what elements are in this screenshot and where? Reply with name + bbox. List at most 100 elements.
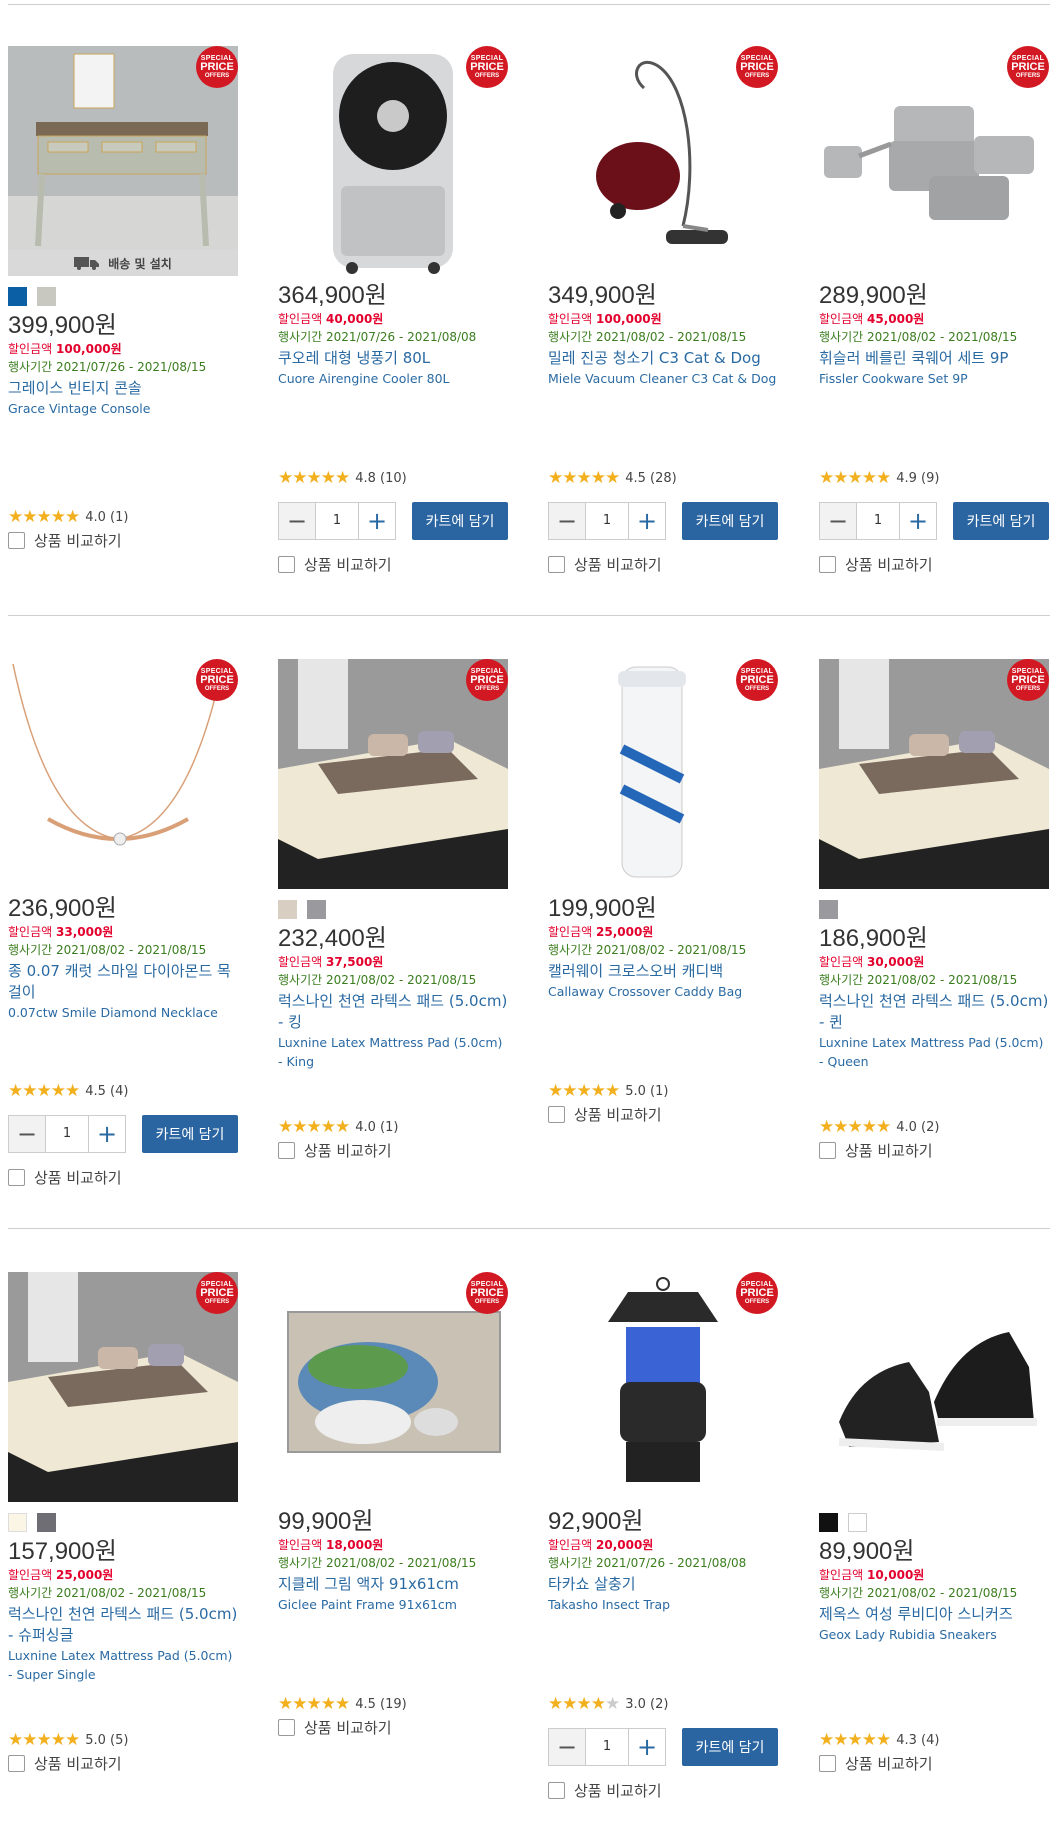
checkbox-icon[interactable] bbox=[8, 532, 25, 549]
compare-checkbox[interactable]: 상품 비교하기 bbox=[548, 1104, 662, 1125]
color-swatch[interactable] bbox=[8, 1512, 27, 1532]
product-name-en[interactable]: 0.07ctw Smile Diamond Necklace bbox=[8, 1003, 238, 1022]
product-name-en[interactable]: Geox Lady Rubidia Sneakers bbox=[819, 1625, 1049, 1644]
add-to-cart-button[interactable]: 카트에 담기 bbox=[953, 502, 1049, 540]
product-price: 236,900원 bbox=[8, 895, 117, 922]
product-name-kr[interactable]: 밀레 진공 청소기 C3 Cat & Dog bbox=[548, 348, 778, 369]
color-swatch[interactable] bbox=[278, 899, 297, 919]
compare-checkbox[interactable]: 상품 비교하기 bbox=[819, 1753, 933, 1774]
product-name-en[interactable]: Fissler Cookware Set 9P bbox=[819, 369, 1049, 388]
minus-button[interactable]: − bbox=[8, 1115, 46, 1153]
checkbox-icon[interactable] bbox=[819, 1755, 836, 1772]
compare-checkbox[interactable]: 상품 비교하기 bbox=[8, 1167, 122, 1188]
add-to-cart-button[interactable]: 카트에 담기 bbox=[412, 502, 508, 540]
sale-period: 행사기간 2021/08/02 - 2021/08/15 bbox=[8, 1586, 207, 1600]
product-name-en[interactable]: Giclee Paint Frame 91x61cm bbox=[278, 1595, 508, 1614]
product-image[interactable]: SPECIAL PRICE OFFERS bbox=[278, 659, 508, 889]
minus-button[interactable]: − bbox=[548, 502, 586, 540]
product-image[interactable]: SPECIAL PRICE OFFERS 배송 및 설치 bbox=[8, 46, 238, 276]
product-name-en[interactable]: Cuore Airengine Cooler 80L bbox=[278, 369, 508, 388]
checkbox-icon[interactable] bbox=[278, 1142, 295, 1159]
color-swatch[interactable] bbox=[819, 1512, 838, 1532]
quantity-input[interactable]: 1 bbox=[316, 502, 358, 540]
plus-button[interactable]: + bbox=[899, 502, 937, 540]
color-swatch[interactable] bbox=[819, 899, 838, 919]
product-image[interactable]: SPECIAL PRICE OFFERS bbox=[548, 1272, 778, 1502]
color-swatches bbox=[819, 1512, 1049, 1532]
compare-checkbox[interactable]: 상품 비교하기 bbox=[278, 554, 392, 575]
product-name-kr[interactable]: 럭스나인 천연 라텍스 패드 (5.0cm) - 슈퍼싱글 bbox=[8, 1604, 238, 1646]
product-name-en[interactable]: Luxnine Latex Mattress Pad (5.0cm) - Kin… bbox=[278, 1033, 508, 1071]
product-name-kr[interactable]: 럭스나인 천연 라텍스 패드 (5.0cm) - 퀸 bbox=[819, 991, 1049, 1033]
sale-period: 행사기간 2021/08/02 - 2021/08/15 bbox=[548, 943, 747, 957]
compare-checkbox[interactable]: 상품 비교하기 bbox=[278, 1140, 392, 1161]
product-name-kr[interactable]: 쿠오레 대형 냉풍기 80L bbox=[278, 348, 508, 369]
product-rating: ★★★★★ 4.0 (2) bbox=[819, 1117, 940, 1137]
color-swatch[interactable] bbox=[307, 899, 326, 919]
add-to-cart-button[interactable]: 카트에 담기 bbox=[682, 1728, 778, 1766]
color-swatch[interactable] bbox=[8, 286, 27, 306]
color-swatch[interactable] bbox=[37, 1512, 56, 1532]
plus-button[interactable]: + bbox=[628, 1728, 666, 1766]
product-image[interactable]: SPECIAL PRICE OFFERS bbox=[548, 659, 778, 889]
compare-checkbox[interactable]: 상품 비교하기 bbox=[819, 554, 933, 575]
product-image[interactable]: SPECIAL PRICE OFFERS bbox=[8, 1272, 238, 1502]
quantity-input[interactable]: 1 bbox=[857, 502, 899, 540]
special-price-badge: SPECIAL PRICE OFFERS bbox=[466, 659, 508, 701]
plus-button[interactable]: + bbox=[88, 1115, 126, 1153]
product-image[interactable]: SPECIAL PRICE OFFERS bbox=[819, 659, 1049, 889]
product-name-kr[interactable]: 타카쇼 살충기 bbox=[548, 1574, 778, 1595]
quantity-input[interactable]: 1 bbox=[586, 1728, 628, 1766]
product-name-kr[interactable]: 제옥스 여성 루비디아 스니커즈 bbox=[819, 1604, 1049, 1625]
sale-period: 행사기간 2021/08/02 - 2021/08/15 bbox=[819, 1586, 1018, 1600]
add-to-cart-button[interactable]: 카트에 담기 bbox=[682, 502, 778, 540]
checkbox-icon[interactable] bbox=[278, 556, 295, 573]
product-name-kr[interactable]: 지클레 그림 액자 91x61cm bbox=[278, 1574, 508, 1595]
compare-checkbox[interactable]: 상품 비교하기 bbox=[278, 1717, 392, 1738]
product-name-kr[interactable]: 그레이스 빈티지 콘솔 bbox=[8, 378, 238, 399]
minus-button[interactable]: − bbox=[819, 502, 857, 540]
checkbox-icon[interactable] bbox=[548, 556, 565, 573]
checkbox-icon[interactable] bbox=[8, 1755, 25, 1772]
color-swatch[interactable] bbox=[37, 286, 56, 306]
product-image[interactable]: SPECIAL PRICE OFFERS bbox=[548, 46, 778, 276]
product-name-en[interactable]: Grace Vintage Console bbox=[8, 399, 238, 418]
product-name-en[interactable]: Callaway Crossover Caddy Bag bbox=[548, 982, 778, 1001]
product-name-kr[interactable]: 종 0.07 캐럿 스마일 다이아몬드 목걸이 bbox=[8, 961, 238, 1003]
add-to-cart-button[interactable]: 카트에 담기 bbox=[142, 1115, 238, 1153]
product-name-en[interactable]: Takasho Insect Trap bbox=[548, 1595, 778, 1614]
divider bbox=[8, 4, 1050, 5]
quantity-input[interactable]: 1 bbox=[586, 502, 628, 540]
product-name-kr[interactable]: 캘러웨이 크로스오버 캐디백 bbox=[548, 961, 778, 982]
minus-button[interactable]: − bbox=[548, 1728, 586, 1766]
product-image[interactable]: SPECIAL PRICE OFFERS bbox=[278, 46, 508, 276]
star-rating-icon: ★★★★★ bbox=[548, 468, 620, 488]
product-image[interactable] bbox=[819, 1272, 1049, 1502]
compare-checkbox[interactable]: 상품 비교하기 bbox=[819, 1140, 933, 1161]
checkbox-icon[interactable] bbox=[819, 1142, 836, 1159]
product-name-en[interactable]: Luxnine Latex Mattress Pad (5.0cm) - Que… bbox=[819, 1033, 1049, 1071]
product-name-kr[interactable]: 휘슬러 베를린 쿡웨어 세트 9P bbox=[819, 348, 1049, 369]
minus-button[interactable]: − bbox=[278, 502, 316, 540]
product-name-en[interactable]: Miele Vacuum Cleaner C3 Cat & Dog bbox=[548, 369, 778, 388]
plus-button[interactable]: + bbox=[358, 502, 396, 540]
product-price: 399,900원 bbox=[8, 312, 117, 339]
quantity-input[interactable]: 1 bbox=[46, 1115, 88, 1153]
checkbox-icon[interactable] bbox=[278, 1719, 295, 1736]
checkbox-icon[interactable] bbox=[819, 556, 836, 573]
compare-checkbox[interactable]: 상품 비교하기 bbox=[548, 1780, 662, 1801]
product-image[interactable]: SPECIAL PRICE OFFERS bbox=[819, 46, 1049, 276]
product-image[interactable]: SPECIAL PRICE OFFERS bbox=[278, 1272, 508, 1502]
product-image[interactable]: SPECIAL PRICE OFFERS bbox=[8, 659, 238, 889]
color-swatch[interactable] bbox=[848, 1512, 867, 1532]
product-name-kr[interactable]: 럭스나인 천연 라텍스 패드 (5.0cm) - 킹 bbox=[278, 991, 508, 1033]
product-name-en[interactable]: Luxnine Latex Mattress Pad (5.0cm) - Sup… bbox=[8, 1646, 238, 1684]
checkbox-icon[interactable] bbox=[8, 1169, 25, 1186]
product-card: SPECIAL PRICE OFFERS 157,900원 할인금액 25,000원… bbox=[8, 1272, 238, 1773]
compare-checkbox[interactable]: 상품 비교하기 bbox=[8, 530, 122, 551]
compare-checkbox[interactable]: 상품 비교하기 bbox=[8, 1753, 122, 1774]
plus-button[interactable]: + bbox=[628, 502, 666, 540]
checkbox-icon[interactable] bbox=[548, 1106, 565, 1123]
compare-checkbox[interactable]: 상품 비교하기 bbox=[548, 554, 662, 575]
checkbox-icon[interactable] bbox=[548, 1782, 565, 1799]
